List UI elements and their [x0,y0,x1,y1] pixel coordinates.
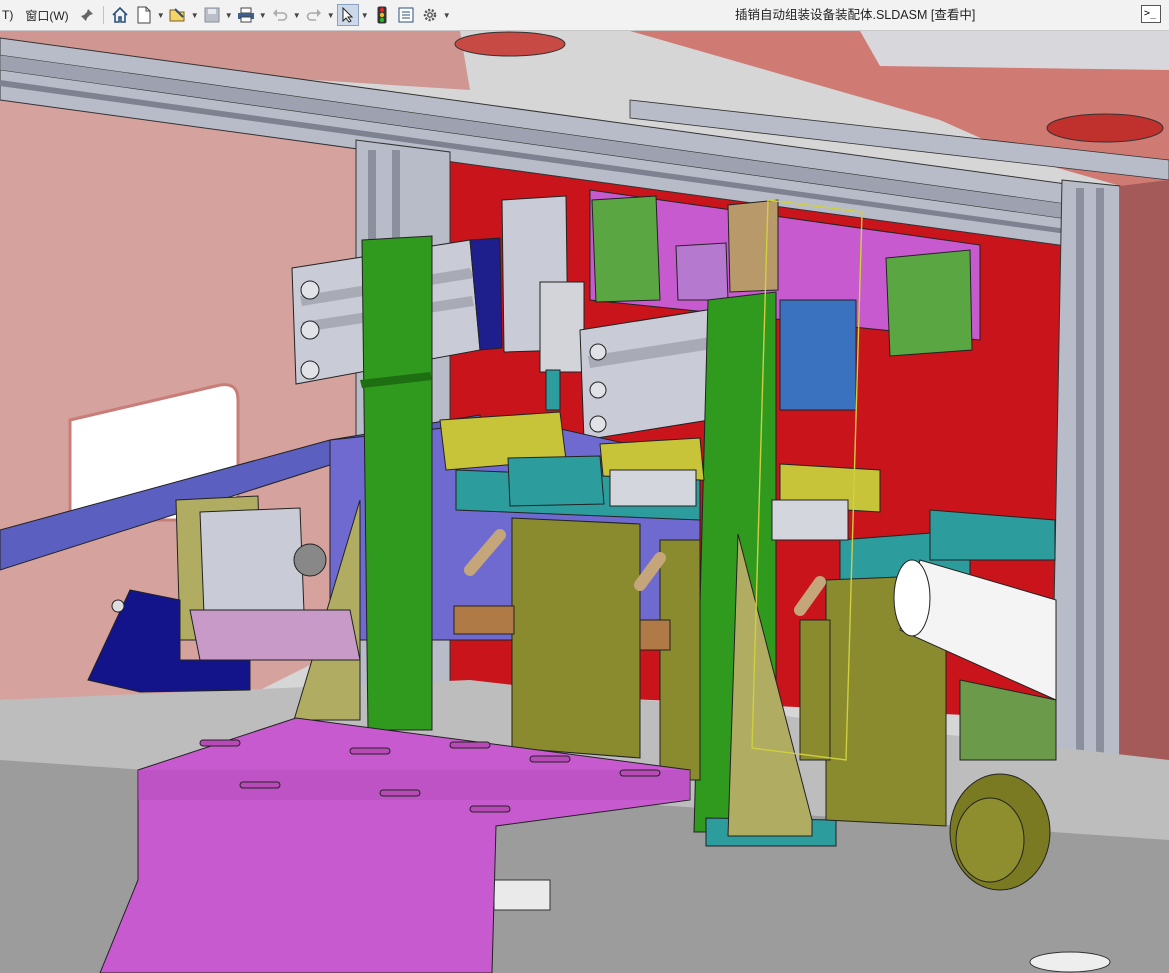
pin-icon[interactable] [76,4,98,26]
command-toolbar: T) 窗口(W) ▼ ▼ ▼ ▼ ▼ ▼ ▼ ▼ [0,0,1169,31]
chevron-down-icon[interactable]: ▼ [360,4,370,26]
file-properties-icon[interactable] [395,4,417,26]
chevron-down-icon[interactable]: ▼ [224,4,234,26]
chevron-down-icon[interactable]: ▼ [258,4,268,26]
green-stop-block [885,249,973,357]
toolbar-separator [102,6,104,24]
green-stop-block [591,195,661,303]
gear-icon[interactable] [419,4,441,26]
assembly-model [0,31,1169,973]
print-icon[interactable] [235,4,257,26]
traffic-light-icon[interactable] [371,4,393,26]
pneumatic-cylinder [199,507,305,615]
graphics-area[interactable] [0,31,1169,973]
chevron-down-icon[interactable]: ▼ [326,4,336,26]
chevron-down-icon[interactable]: ▼ [156,4,166,26]
new-document-icon[interactable] [133,4,155,26]
olive-support-block [511,517,641,759]
menu-tools-fragment[interactable]: T) [0,0,19,30]
home-icon[interactable] [109,4,131,26]
save-icon[interactable] [201,4,223,26]
chevron-down-icon[interactable]: ▼ [190,4,200,26]
undo-icon[interactable] [269,4,291,26]
chevron-down-icon[interactable]: ▼ [442,4,452,26]
redo-icon[interactable] [303,4,325,26]
menu-window[interactable]: 窗口(W) [19,0,74,30]
green-upright-left [361,235,433,731]
chevron-down-icon[interactable]: ▼ [292,4,302,26]
open-folder-icon[interactable] [167,4,189,26]
select-arrow-icon[interactable] [336,4,359,26]
command-prompt-icon[interactable]: >_ [1141,5,1161,23]
document-title: 插销自动组装设备装配体.SLDASM [查看中] [735,8,976,22]
